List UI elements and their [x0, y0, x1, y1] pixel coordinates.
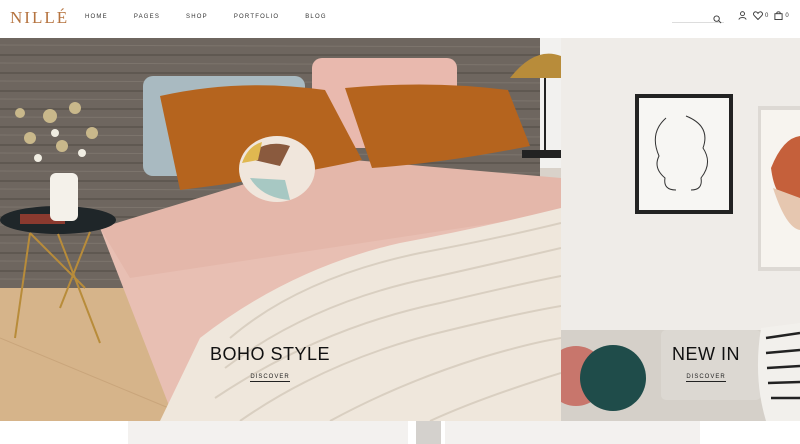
- banner-title: NEW IN: [672, 344, 740, 364]
- wishlist-button[interactable]: 0: [753, 11, 768, 20]
- site-header: NILLÉ HOME PAGES SHOP PORTFOLIO BLOG 0 0: [0, 0, 800, 38]
- nav-portfolio[interactable]: PORTFOLIO: [234, 14, 279, 20]
- product-card-preview: [445, 421, 700, 444]
- main-nav: HOME PAGES SHOP PORTFOLIO BLOG: [85, 14, 353, 20]
- nav-home[interactable]: HOME: [85, 14, 108, 20]
- discover-link[interactable]: DISCOVER: [250, 374, 290, 382]
- product-card-preview: [416, 421, 441, 444]
- nav-pages[interactable]: PAGES: [134, 14, 160, 20]
- discover-link[interactable]: DISCOVER: [686, 374, 726, 382]
- nav-blog[interactable]: BLOG: [305, 14, 326, 20]
- cart-count: 0: [785, 12, 789, 19]
- banner-new-in[interactable]: NEW IN DISCOVER: [561, 38, 800, 421]
- product-card-preview: [128, 421, 408, 444]
- bag-icon: [774, 11, 783, 20]
- cart-button[interactable]: 0: [774, 11, 789, 20]
- wishlist-count: 0: [765, 12, 769, 19]
- boho-caption: BOHO STYLE DISCOVER: [205, 344, 335, 383]
- user-icon: [738, 11, 747, 20]
- search-icon[interactable]: [713, 11, 722, 29]
- header-tools: 0 0: [738, 11, 795, 20]
- heart-icon: [753, 11, 763, 20]
- search-input[interactable]: [672, 15, 714, 29]
- account-button[interactable]: [738, 11, 747, 20]
- search-box: [672, 10, 724, 29]
- nav-shop[interactable]: SHOP: [186, 14, 208, 20]
- banner-title: BOHO STYLE: [209, 344, 331, 364]
- banner-boho-style[interactable]: BOHO STYLE DISCOVER: [0, 38, 561, 421]
- new-in-caption: NEW IN DISCOVER: [646, 344, 766, 383]
- site-logo[interactable]: NILLÉ: [10, 8, 69, 28]
